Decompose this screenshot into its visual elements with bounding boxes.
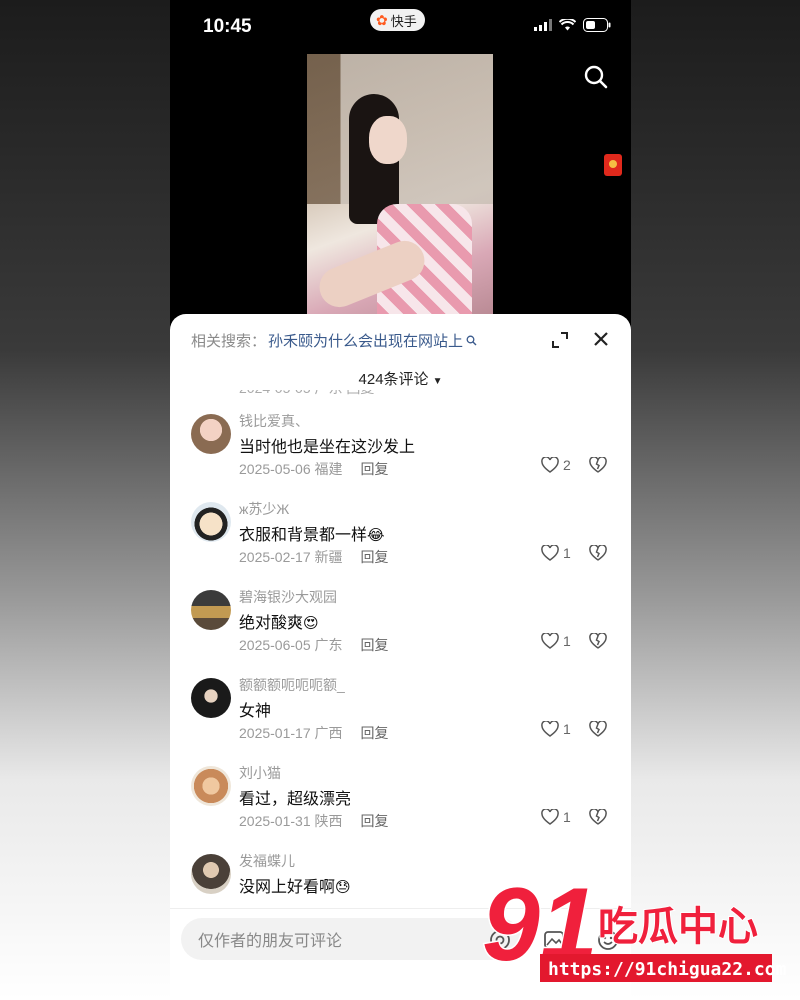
battery-icon xyxy=(583,18,611,32)
heart-icon xyxy=(541,545,559,561)
related-search-prefix: 相关搜索： xyxy=(191,333,267,350)
comment-text: 当时他也是坐在这沙发上 xyxy=(239,439,416,456)
comment-meta: 2025-05-06 福建 回复 xyxy=(239,461,389,477)
search-icon[interactable] xyxy=(583,64,609,90)
comment-item: 刘小猫 看过，超级漂亮 2025-01-31 陕西 回复 1 xyxy=(170,758,631,846)
app-name: 快手 xyxy=(390,13,417,29)
heart-icon xyxy=(541,633,559,649)
comment-text: 衣服和背景都一样😂 xyxy=(239,527,385,544)
comment-meta: 2025-01-31 陕西 回复 xyxy=(239,813,389,829)
caret-down-icon: ▼ xyxy=(432,376,443,387)
comment-author[interactable]: 额额额呃呃呃额_ xyxy=(239,675,345,695)
like-button[interactable]: 1 xyxy=(541,809,571,825)
close-icon[interactable] xyxy=(590,328,612,350)
comment-author[interactable]: 刘小猫 xyxy=(239,763,281,783)
broken-heart-icon[interactable] xyxy=(589,633,607,649)
broken-heart-icon[interactable] xyxy=(589,545,607,561)
comment-list: 2024-05-05 广东 回复 钱比爱真、 当时他也是坐在这沙发上 2025-… xyxy=(170,390,631,908)
partial-comment-row: 2024-05-05 广东 回复 xyxy=(239,390,619,402)
reply-button[interactable]: 回复 xyxy=(361,461,389,477)
comment-author[interactable]: 钱比爱真、 xyxy=(239,411,309,431)
avatar[interactable] xyxy=(191,414,231,454)
comment-text: 没网上好看啊😓 xyxy=(239,879,351,896)
red-packet-icon[interactable] xyxy=(604,154,622,176)
comment-text: 看过，超级漂亮 xyxy=(239,791,352,808)
comment-item: 碧海银沙大观园 绝对酸爽😍 2025-06-05 广东 回复 1 xyxy=(170,582,631,670)
reply-button[interactable]: 回复 xyxy=(361,725,389,741)
partial-meta: 2024-05-05 广东 回复 xyxy=(239,390,374,398)
comment-author[interactable]: 碧海银沙大观园 xyxy=(239,587,337,607)
like-button[interactable]: 2 xyxy=(541,457,571,473)
comment-input[interactable]: 仅作者的朋友可评论 xyxy=(181,918,521,960)
avatar[interactable] xyxy=(191,590,231,630)
like-button[interactable]: 1 xyxy=(541,545,571,561)
comment-author[interactable]: 发福蝶儿 xyxy=(239,851,295,871)
heart-icon xyxy=(541,457,559,473)
status-icons xyxy=(534,18,611,32)
reply-button[interactable]: 回复 xyxy=(361,637,389,653)
signal-icon xyxy=(534,19,552,31)
comment-meta: 2025-02-17 新疆 回复 xyxy=(239,549,389,565)
app-indicator-pill[interactable]: ✿ 快手 xyxy=(370,9,425,31)
comment-author[interactable]: ж苏少Ж xyxy=(239,499,289,519)
site-watermark: 91 吃瓜中心 https://91chigua22.com xyxy=(481,868,787,985)
avatar[interactable] xyxy=(191,854,231,894)
reply-button[interactable]: 回复 xyxy=(361,813,389,829)
wifi-icon xyxy=(559,19,576,31)
avatar[interactable] xyxy=(191,766,231,806)
like-button[interactable]: 1 xyxy=(541,721,571,737)
heart-icon xyxy=(541,809,559,825)
comment-item: 钱比爱真、 当时他也是坐在这沙发上 2025-05-06 福建 回复 2 xyxy=(170,406,631,494)
status-time: 10:45 xyxy=(203,16,252,37)
video-thumbnail[interactable] xyxy=(307,54,493,316)
broken-heart-icon[interactable] xyxy=(589,457,607,473)
like-count: 1 xyxy=(563,633,571,649)
comment-text: 女神 xyxy=(239,703,272,720)
avatar[interactable] xyxy=(191,502,231,542)
comment-count-dropdown[interactable]: 424条评论 ▼ xyxy=(170,368,631,389)
broken-heart-icon[interactable] xyxy=(589,721,607,737)
comment-item: 额额额呃呃呃额_ 女神 2025-01-17 广西 回复 1 xyxy=(170,670,631,758)
comment-item: ж苏少Ж 衣服和背景都一样😂 2025-02-17 新疆 回复 1 xyxy=(170,494,631,582)
heart-icon xyxy=(541,721,559,737)
status-bar: 10:45 ✿ 快手 xyxy=(170,0,631,54)
comment-meta: 2025-01-17 广西 回复 xyxy=(239,725,389,741)
reply-button[interactable]: 回复 xyxy=(361,549,389,565)
kuaishou-logo-icon: ✿ xyxy=(376,11,388,28)
comment-count: 424条评论 xyxy=(358,371,429,388)
like-count: 1 xyxy=(563,721,571,737)
comment-meta: 2025-06-05 广东 回复 xyxy=(239,637,389,653)
search-small-icon xyxy=(466,335,477,346)
like-count: 1 xyxy=(563,809,571,825)
related-search[interactable]: 相关搜索： 孙禾颐为什么会出现在网站上 xyxy=(191,330,477,351)
comment-text: 绝对酸爽😍 xyxy=(239,615,319,632)
watermark-brand: 吃瓜中心 xyxy=(598,904,758,950)
like-count: 2 xyxy=(563,457,571,473)
avatar[interactable] xyxy=(191,678,231,718)
expand-icon[interactable] xyxy=(550,330,570,350)
related-search-term[interactable]: 孙禾颐为什么会出现在网站上 xyxy=(268,330,463,351)
watermark-url: https://91chigua22.com xyxy=(548,959,787,980)
broken-heart-icon[interactable] xyxy=(589,809,607,825)
like-count: 1 xyxy=(563,545,571,561)
like-button[interactable]: 1 xyxy=(541,633,571,649)
phone-screen: 10:45 ✿ 快手 相关搜索： 孙禾颐为什么会出现在网站上 424条评论 ▼ … xyxy=(170,0,631,1000)
